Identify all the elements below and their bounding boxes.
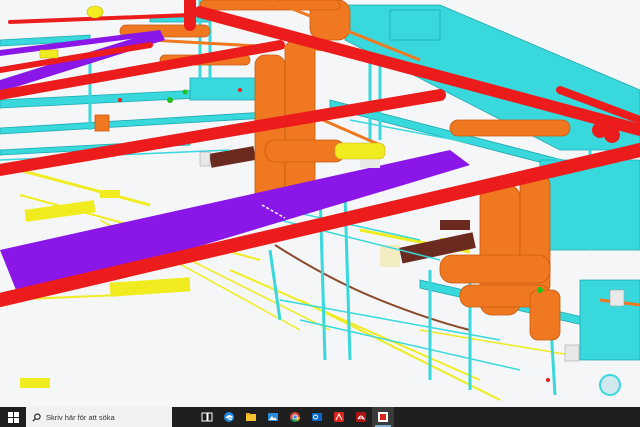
edge-icon [224, 412, 234, 422]
taskbar-search-box[interactable]: Skriv här för att söka [26, 407, 172, 427]
file-explorer-button[interactable] [240, 407, 262, 427]
outlook-button[interactable] [306, 407, 328, 427]
chrome-button[interactable] [284, 407, 306, 427]
taskbar: Skriv här för att söka [0, 407, 640, 427]
start-button[interactable] [0, 407, 26, 427]
search-placeholder: Skriv här för att söka [46, 412, 115, 422]
taskbar-apps [196, 407, 394, 427]
model-viewer-button[interactable] [372, 407, 394, 427]
model-viewport[interactable] [0, 0, 640, 407]
acrobat-reader-button[interactable] [350, 407, 372, 427]
acrobat-icon [334, 412, 344, 422]
task-view-button[interactable] [196, 407, 218, 427]
edge-button[interactable] [218, 407, 240, 427]
task-view-icon [201, 412, 213, 422]
file-explorer-icon [246, 413, 256, 421]
search-icon [32, 412, 41, 422]
model-viewer-icon [378, 412, 388, 422]
chrome-icon [290, 412, 300, 422]
acrobat-button[interactable] [328, 407, 350, 427]
model-canvas[interactable] [0, 0, 640, 407]
windows-logo-icon [7, 411, 19, 423]
outlook-icon [312, 413, 322, 421]
photos-button[interactable] [262, 407, 284, 427]
acrobat-reader-icon [356, 412, 366, 422]
photos-icon [268, 413, 278, 421]
